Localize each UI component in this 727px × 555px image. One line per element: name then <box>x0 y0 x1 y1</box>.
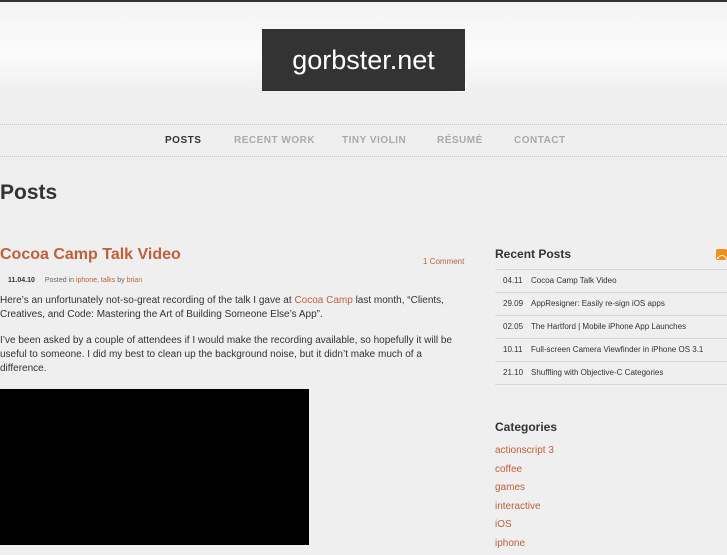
recent-posts-list: 04.11 Cocoa Camp Talk Video 29.09 AppRes… <box>495 269 727 385</box>
page-title: Posts <box>0 181 57 205</box>
post-text: Here’s an unfortunately not-so-great rec… <box>0 295 292 306</box>
recent-post-item[interactable]: 04.11 Cocoa Camp Talk Video <box>495 269 727 292</box>
post-paragraph-2: I’ve been asked by a couple of attendees… <box>0 334 470 376</box>
nav-item-resume[interactable]: RÉSUMÉ <box>437 135 483 146</box>
rss-icon[interactable] <box>716 249 727 260</box>
nav-item-tiny-violin[interactable]: TINY VIOLIN <box>342 135 406 146</box>
recent-post-item[interactable]: 10.11 Full-screen Camera Viewfinder in i… <box>495 338 727 361</box>
category-link[interactable]: interactive <box>495 500 695 519</box>
by-label: by <box>117 277 124 284</box>
category-link[interactable]: coffee <box>495 463 695 482</box>
post-paragraph-1: Here’s an unfortunately not-so-great rec… <box>0 294 470 322</box>
recent-post-date: 02.05 <box>503 322 523 331</box>
recent-post-item[interactable]: 29.09 AppResigner: Easily re-sign iOS ap… <box>495 292 727 315</box>
recent-post-date: 21.10 <box>503 368 523 377</box>
recent-post-date: 29.09 <box>503 299 523 308</box>
recent-post-title[interactable]: Shuffling with Objective-C Categories <box>531 368 663 377</box>
recent-post-title[interactable]: AppResigner: Easily re-sign iOS apps <box>531 299 665 308</box>
recent-posts-heading: Recent Posts <box>495 247 571 261</box>
nav-divider-top <box>0 124 727 125</box>
comments-link[interactable]: 1 Comment <box>423 257 464 266</box>
recent-post-item[interactable]: 21.10 Shuffling with Objective-C Categor… <box>495 361 727 385</box>
nav-item-contact[interactable]: CONTACT <box>514 135 566 146</box>
posted-in-label: Posted in <box>45 277 74 284</box>
nav-item-recent-work[interactable]: RECENT WORK <box>234 135 315 146</box>
category-link[interactable]: iphone <box>495 537 695 555</box>
categories-list: actionscript 3 coffee games interactive … <box>495 444 695 555</box>
nav-divider-bottom <box>0 156 727 157</box>
recent-post-title[interactable]: Cocoa Camp Talk Video <box>531 276 617 285</box>
tag-link-iphone[interactable]: iphone <box>76 277 97 284</box>
category-link[interactable]: games <box>495 481 695 500</box>
recent-post-title[interactable]: Full-screen Camera Viewfinder in iPhone … <box>531 345 703 354</box>
recent-post-date: 04.11 <box>503 276 522 285</box>
main-nav: POSTS RECENT WORK TINY VIOLIN RÉSUMÉ CON… <box>0 130 727 152</box>
cocoa-camp-link[interactable]: Cocoa Camp <box>294 295 352 306</box>
site-logo[interactable]: gorbster.net <box>262 29 465 91</box>
recent-post-item[interactable]: 02.05 The Hartford | Mobile iPhone App L… <box>495 315 727 338</box>
post-title-link[interactable]: Cocoa Camp Talk Video <box>0 246 181 264</box>
recent-post-title[interactable]: The Hartford | Mobile iPhone App Launche… <box>531 322 686 331</box>
category-link[interactable]: actionscript 3 <box>495 444 695 463</box>
post-date: 11.04.10 <box>8 277 35 284</box>
category-link[interactable]: iOS <box>495 518 695 537</box>
tag-separator: , <box>97 277 99 284</box>
post-meta: 11.04.10 Posted in iphone, talks by bria… <box>8 277 142 284</box>
categories-heading: Categories <box>495 420 557 434</box>
video-player[interactable] <box>0 389 309 545</box>
nav-item-posts[interactable]: POSTS <box>165 135 201 146</box>
author-link[interactable]: brian <box>127 277 143 284</box>
recent-post-date: 10.11 <box>503 345 522 354</box>
tag-link-talks[interactable]: talks <box>101 277 115 284</box>
